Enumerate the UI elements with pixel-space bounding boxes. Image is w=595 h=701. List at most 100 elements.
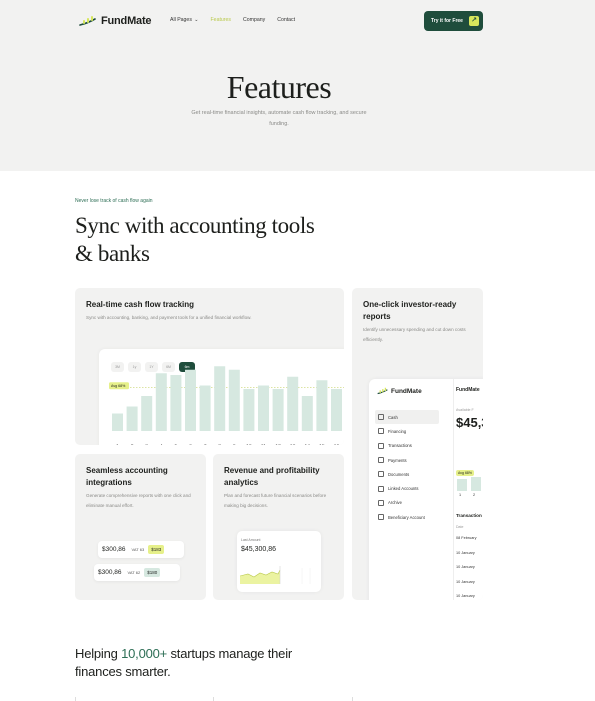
brand-name: FundMate <box>101 15 152 27</box>
sidebar-item[interactable]: Transactions <box>375 439 439 453</box>
nav-links: All Pages ⌄ Features Company Contact <box>170 17 295 23</box>
app-sidebar-menu: Cash Financing Transactions Payments Documen… <box>375 410 439 524</box>
link-icon <box>378 485 384 492</box>
arrow-up-right-icon: ↗ <box>469 16 479 26</box>
beneficiary-icon <box>378 514 384 521</box>
transaction-row: 10 January <box>456 550 475 555</box>
documents-icon <box>378 471 384 478</box>
mini-bars <box>457 477 481 491</box>
transactions-heading: Transaction <box>456 513 482 518</box>
sidebar-item[interactable]: Documents <box>375 467 439 481</box>
card-cashflow: Real-time cash flow tracking Sync with a… <box>75 288 344 445</box>
axis-label: 2 <box>473 493 476 497</box>
available-amount: $45,3 <box>456 415 483 430</box>
avg-badge: Avg 68% <box>456 470 474 476</box>
card-description: Identify unnecessary spending and cut do… <box>363 327 466 342</box>
cashflow-bar <box>331 389 342 431</box>
card-title: Seamless accounting integrations <box>86 466 168 487</box>
divider <box>352 697 353 701</box>
section-title: Sync with accounting tools & banks <box>75 213 315 266</box>
logo-icon <box>79 16 96 26</box>
sidebar-item[interactable]: Archive <box>375 496 439 510</box>
x-axis-label: 5 <box>175 444 178 445</box>
section-eyebrow: Never lose track of cash flow again <box>75 198 153 204</box>
card-revenue: Revenue and profitability analytics Plan… <box>213 454 344 600</box>
sidebar-item-label: Beneficiary Account <box>388 514 425 520</box>
card-investor: One-click investor-ready reports Identif… <box>352 288 483 600</box>
cashflow-chart: 3M 1y 1Y 6M 6m 1 2 3 4 5 6 7 8 9 10 11 12 13 14 15 16 Avg 68… <box>99 349 344 445</box>
x-axis-label: 16 <box>334 444 340 445</box>
helping-statement: Helping 10,000+ startups manage their fi… <box>75 645 335 681</box>
nav-item-label: All Pages <box>170 17 192 23</box>
app-main-pane: FundMate Available F $45,3 Avg 68% 1 2 T… <box>453 379 483 600</box>
cashflow-bar <box>199 385 211 431</box>
helping-text-start: Helping <box>75 646 122 661</box>
nav-item-all-pages[interactable]: All Pages ⌄ <box>170 17 199 23</box>
card-description: Generate comprehensive reports with one … <box>86 493 191 508</box>
invoice-amount: $300,86 <box>98 569 122 576</box>
invoice-tag: $183 <box>148 545 165 554</box>
sidebar-item[interactable]: Cash <box>375 410 439 425</box>
sidebar-item-label: Cash <box>388 414 398 420</box>
nav-item-features[interactable]: Features <box>211 17 231 23</box>
x-axis-label: 13 <box>290 444 296 445</box>
hero-section: FundMate All Pages ⌄ Features Company Co… <box>0 0 595 171</box>
nav-item-contact[interactable]: Contact <box>277 17 295 23</box>
revenue-amount: $45,300,86 <box>241 546 277 553</box>
cashflow-bar <box>228 369 240 431</box>
cashflow-bar <box>155 373 167 431</box>
invoice-row: $300,86 VAT 62 $180 <box>94 564 180 581</box>
chevron-down-icon: ⌄ <box>192 17 199 23</box>
x-axis-label: 7 <box>204 444 207 445</box>
invoice-row: $300,86 VAT 63 $183 <box>98 541 184 558</box>
card-description: Plan and forecast future financial scena… <box>224 493 327 508</box>
x-axis-label: 3 <box>145 444 148 445</box>
cashflow-bar <box>258 385 269 431</box>
x-axis-label: 4 <box>160 444 163 445</box>
sidebar-item[interactable]: Beneficiary Account <box>375 510 439 524</box>
revenue-area-chart <box>240 566 311 584</box>
app-preview: FundMate Cash Financing Transactions Paymen… <box>369 379 483 600</box>
sidebar-item-label: Archive <box>388 500 402 506</box>
x-axis-label: 1 <box>116 444 119 445</box>
invoice-rows: $300,86 VAT 63 $183 $300,86 VAT 62 $180 <box>94 535 185 585</box>
page-title: Features <box>226 69 332 105</box>
invoice-tag: $180 <box>144 568 161 577</box>
top-nav: FundMate All Pages ⌄ Features Company Co… <box>79 11 483 31</box>
logo[interactable]: FundMate <box>79 13 152 29</box>
axis-label: 1 <box>459 493 462 497</box>
cash-icon <box>378 414 384 421</box>
card-title: One-click investor-ready reports <box>363 300 457 321</box>
try-free-button[interactable]: Try it for Free ↗ <box>424 11 483 31</box>
payments-icon <box>378 457 384 464</box>
revenue-label: Last Amount <box>241 538 261 542</box>
x-axis-label: 2 <box>131 444 134 445</box>
cashflow-bar <box>316 380 328 431</box>
nav-item-company[interactable]: Company <box>243 17 265 23</box>
invoice-vat: VAT 63 <box>131 547 145 552</box>
cashflow-bar <box>301 396 313 431</box>
x-axis-label: 10 <box>246 444 252 445</box>
card-accounting: Seamless accounting integrations Generat… <box>75 454 206 600</box>
transaction-row: 10 January <box>456 565 475 569</box>
sidebar-item[interactable]: Payments <box>375 453 439 467</box>
divider <box>75 697 76 701</box>
cashflow-bar <box>287 376 299 431</box>
page-subtitle: Get real-time financial insights, automa… <box>191 110 367 127</box>
cashflow-bars: 1 2 3 4 5 6 7 8 9 10 11 12 13 14 15 16Avg 68% <box>109 366 344 445</box>
invoice-vat: VAT 62 <box>127 570 141 575</box>
divider <box>213 697 214 701</box>
x-axis-label: 8 <box>218 444 221 445</box>
card-title: Revenue and profitability analytics <box>224 466 320 487</box>
cashflow-bar <box>272 389 284 431</box>
sidebar-item[interactable]: Financing <box>375 424 439 438</box>
cashflow-bar <box>141 396 153 431</box>
x-axis-label: 11 <box>261 444 266 445</box>
cashflow-bar <box>185 369 196 431</box>
x-axis-label: 12 <box>275 444 281 445</box>
sidebar-item-label: Transactions <box>388 443 412 449</box>
transaction-row: 10 January <box>456 594 475 598</box>
transaction-row: 08 February <box>456 536 477 540</box>
app-name: FundMate <box>391 387 422 395</box>
sidebar-item[interactable]: Linked Accounts <box>375 481 439 495</box>
